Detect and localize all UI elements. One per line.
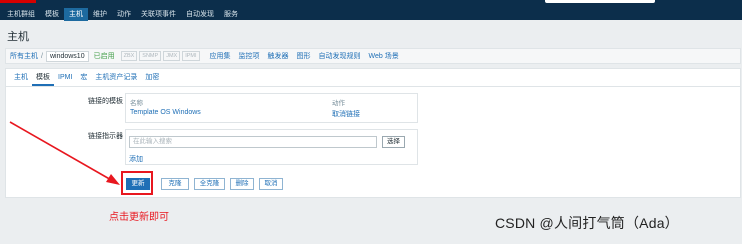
column-header-name: 名称 — [130, 100, 143, 107]
breadcrumb-all-hosts[interactable]: 所有主机 — [10, 51, 38, 61]
top-nav-menu: 主机群组 模板 主机 维护 动作 关联项事件 自动发现 服务 — [2, 8, 243, 21]
select-button[interactable]: 选择 — [382, 136, 405, 148]
link-indicator-label: 链接指示器 — [88, 133, 123, 140]
host-status-enabled[interactable]: 已启用 — [94, 51, 115, 61]
nav-item-actions[interactable]: 动作 — [112, 8, 136, 21]
link-triggers[interactable]: 触发器 — [268, 51, 289, 61]
host-form-panel: 主机 模板 IPMI 宏 主机资产记录 加密 链接的模板 名称 动作 Templ… — [5, 68, 741, 198]
nav-item-event-correlation[interactable]: 关联项事件 — [136, 8, 181, 21]
top-nav-bar: 主机群组 模板 主机 维护 动作 关联项事件 自动发现 服务 — [0, 0, 742, 21]
instruction-annotation: 点击更新即可 — [109, 212, 169, 223]
add-template-link[interactable]: 添加 — [129, 154, 143, 164]
delete-button[interactable]: 删除 — [230, 178, 254, 190]
linked-templates-label: 链接的模板 — [88, 98, 123, 105]
column-header-action: 动作 — [332, 100, 345, 107]
update-highlight-box — [121, 171, 153, 195]
nav-item-hosts[interactable]: 主机 — [64, 8, 88, 21]
tab-inventory[interactable]: 主机资产记录 — [91, 72, 141, 86]
tab-templates[interactable]: 模板 — [32, 72, 54, 86]
nav-item-services[interactable]: 服务 — [219, 8, 243, 21]
nav-item-templates[interactable]: 模板 — [40, 8, 64, 21]
link-applications[interactable]: 应用集 — [210, 51, 231, 61]
unlink-template-link[interactable]: 取消链接 — [332, 109, 360, 119]
tab-encryption[interactable]: 加密 — [141, 72, 163, 86]
form-tabs: 主机 模板 IPMI 宏 主机资产记录 加密 — [10, 72, 163, 86]
breadcrumb-current-host[interactable]: windows10 — [45, 50, 89, 62]
tab-divider — [6, 86, 740, 87]
availability-snmp-badge: SNMP — [139, 51, 162, 61]
availability-ipmi-badge: IPMI — [182, 51, 200, 61]
link-indicator-box: 在此输入搜索 选择 添加 — [125, 129, 418, 165]
link-graphs[interactable]: 图形 — [297, 51, 311, 61]
template-name-link[interactable]: Template OS Windows — [130, 109, 201, 116]
nav-item-maintenance[interactable]: 维护 — [88, 8, 112, 21]
link-discovery-rules[interactable]: 自动发现规则 — [319, 51, 361, 61]
clone-button[interactable]: 克隆 — [161, 178, 189, 190]
tab-ipmi[interactable]: IPMI — [54, 72, 76, 86]
tab-host[interactable]: 主机 — [10, 72, 32, 86]
breadcrumb-separator: / — [41, 52, 43, 60]
template-search-input[interactable]: 在此输入搜索 — [129, 136, 377, 148]
global-search-input[interactable] — [545, 0, 655, 3]
full-clone-button[interactable]: 全克隆 — [194, 178, 225, 190]
page-title: 主机 — [7, 31, 29, 43]
brand-mark — [0, 0, 36, 3]
availability-zbx-badge: ZBX — [120, 51, 138, 61]
csdn-watermark: CSDN @人间打气筒（Ada） — [495, 215, 679, 231]
availability-jmx-badge: JMX — [163, 51, 181, 61]
tab-macros[interactable]: 宏 — [76, 72, 91, 86]
nav-item-host-groups[interactable]: 主机群组 — [2, 8, 40, 21]
host-breadcrumb-bar: 所有主机 / windows10 已启用 ZBX SNMP JMX IPMI 应… — [5, 48, 741, 64]
linked-templates-table: 名称 动作 Template OS Windows 取消链接 — [125, 93, 418, 123]
nav-item-discovery[interactable]: 自动发现 — [181, 8, 219, 21]
link-items[interactable]: 监控项 — [239, 51, 260, 61]
cancel-button[interactable]: 取消 — [259, 178, 283, 190]
link-web-scenarios[interactable]: Web 场景 — [369, 51, 399, 61]
